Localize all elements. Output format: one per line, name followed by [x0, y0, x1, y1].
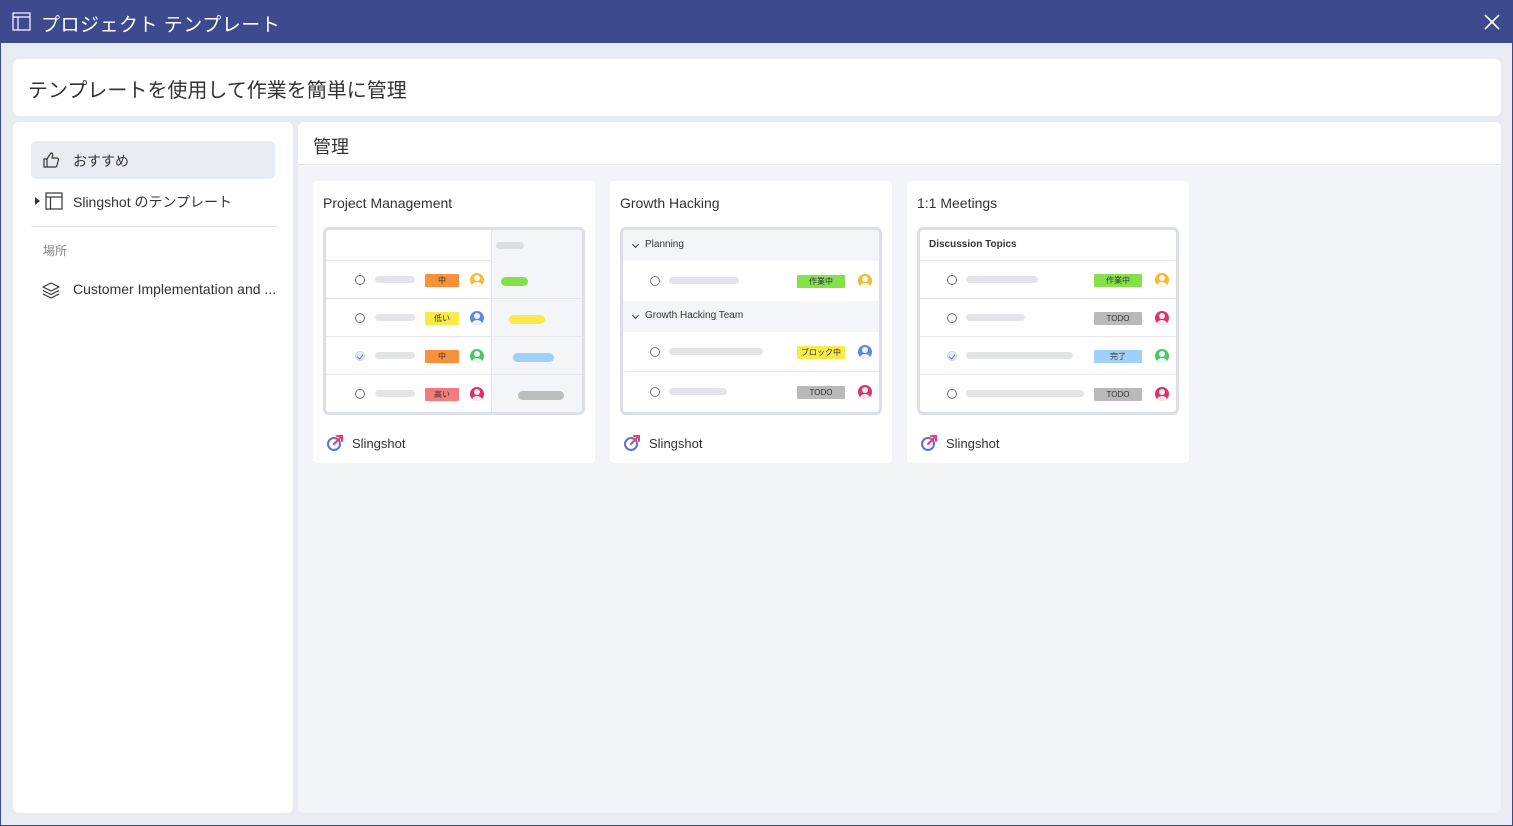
card-brand: Slingshot — [352, 435, 406, 451]
sidebar-item-label: Customer Implementation and ... — [73, 281, 277, 297]
title-bar: プロジェクト テンプレート — [1, 1, 1512, 43]
avatar — [1155, 273, 1169, 287]
tag-badge: 高い — [425, 388, 459, 401]
template-card-project-management[interactable]: Project Management 中 低い 中 高い Slingshot — [313, 181, 595, 463]
preview-header-row: Discussion Topics — [920, 230, 1176, 261]
avatar — [470, 387, 484, 401]
template-preview: Discussion Topics 作業中 TODO 完了 TODO — [917, 227, 1179, 415]
chevron-down-icon — [631, 240, 640, 249]
tag-badge: TODO — [797, 386, 845, 399]
preview-group-header: Planning — [623, 230, 879, 261]
preview-row: 中 — [326, 337, 582, 375]
avatar — [470, 273, 484, 287]
template-preview: 中 低い 中 高い — [323, 227, 585, 415]
sidebar-section-label: 場所 — [43, 244, 68, 258]
preview-row: 作業中 — [623, 261, 879, 301]
preview-row: 完了 — [920, 337, 1176, 375]
preview-row: ブロック中 — [623, 332, 879, 372]
layers-icon — [42, 282, 60, 299]
slingshot-logo-icon — [921, 434, 938, 451]
sidebar-item-recommended[interactable]: おすすめ — [31, 141, 275, 179]
avatar — [1155, 387, 1169, 401]
preview-row: 中 — [326, 261, 582, 299]
dialog-window: プロジェクト テンプレート テンプレートを使用して作業を簡単に管理 おすすめ S… — [0, 0, 1513, 826]
avatar — [858, 385, 872, 399]
slingshot-logo-icon — [624, 434, 641, 451]
tag-badge: 中 — [425, 274, 459, 287]
template-preview: Planning 作業中 Growth Hacking Team ブロック中 T… — [620, 227, 882, 415]
header-banner: テンプレートを使用して作業を簡単に管理 — [13, 59, 1501, 116]
group-label: Growth Hacking Team — [645, 310, 744, 321]
close-icon[interactable] — [1482, 12, 1502, 32]
main-panel: 管理 Project Management 中 低い 中 高い Slingsho… — [298, 122, 1501, 813]
avatar — [470, 349, 484, 363]
avatar — [1155, 349, 1169, 363]
avatar — [858, 274, 872, 288]
sidebar-item-label: おすすめ — [73, 153, 129, 169]
tag-badge: 作業中 — [797, 275, 845, 288]
preview-row: TODO — [623, 372, 879, 412]
slingshot-logo-icon — [327, 434, 344, 451]
preview-header-label: Discussion Topics — [929, 239, 1017, 250]
sidebar-item-place[interactable]: Customer Implementation and ... — [31, 271, 277, 309]
card-brand: Slingshot — [649, 435, 703, 451]
tag-badge: 低い — [425, 312, 459, 325]
card-footer: Slingshot — [623, 434, 702, 452]
template-card-one-on-one-meetings[interactable]: 1:1 Meetings Discussion Topics 作業中 TODO — [907, 181, 1189, 463]
group-label: Planning — [645, 239, 684, 250]
expand-caret-icon[interactable] — [35, 197, 40, 205]
sidebar: おすすめ Slingshot のテンプレート 場所 Customer Imple… — [13, 122, 293, 813]
section-title: 管理 — [313, 137, 349, 157]
tag-badge: ブロック中 — [797, 346, 845, 359]
tag-badge: 中 — [425, 350, 459, 363]
card-brand: Slingshot — [946, 435, 1000, 451]
preview-row: 作業中 — [920, 261, 1176, 299]
tag-badge: 完了 — [1094, 350, 1142, 363]
tag-badge: TODO — [1094, 388, 1142, 401]
template-card-growth-hacking[interactable]: Growth Hacking Planning 作業中 Growth Hacki… — [610, 181, 892, 463]
header-text: テンプレートを使用して作業を簡単に管理 — [28, 80, 407, 102]
preview-row: TODO — [920, 299, 1176, 337]
card-title: Project Management — [323, 195, 453, 211]
chevron-down-icon — [631, 311, 640, 320]
preview-group-header: Growth Hacking Team — [623, 301, 879, 332]
sidebar-divider — [31, 226, 277, 227]
window-title: プロジェクト テンプレート — [41, 15, 281, 36]
avatar — [470, 311, 484, 325]
template-icon — [45, 192, 63, 210]
sidebar-item-slingshot-templates[interactable]: Slingshot のテンプレート — [31, 182, 275, 220]
card-title: Growth Hacking — [620, 195, 720, 211]
preview-row: 高い — [326, 375, 582, 412]
preview-row: 低い — [326, 299, 582, 337]
avatar — [1155, 311, 1169, 325]
card-footer: Slingshot — [326, 434, 405, 452]
avatar — [858, 345, 872, 359]
preview-row: TODO — [920, 375, 1176, 412]
thumbs-up-icon — [43, 152, 60, 168]
tag-badge: 作業中 — [1094, 274, 1142, 287]
card-title: 1:1 Meetings — [917, 195, 998, 211]
tag-badge: TODO — [1094, 312, 1142, 325]
card-footer: Slingshot — [920, 434, 999, 452]
template-icon — [12, 12, 31, 31]
sidebar-item-label: Slingshot のテンプレート — [73, 194, 233, 210]
main-header: 管理 — [298, 122, 1501, 165]
